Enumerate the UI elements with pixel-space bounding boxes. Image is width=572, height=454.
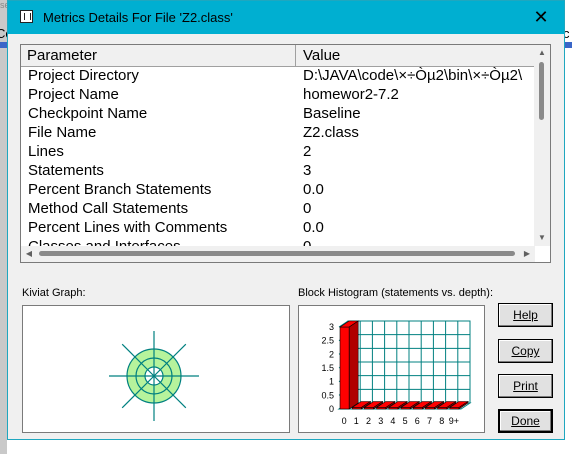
parameter-cell: Percent Branch Statements bbox=[28, 181, 212, 198]
parameter-cell: Statements bbox=[28, 162, 104, 179]
copy-button[interactable]: Copy bbox=[498, 339, 553, 363]
list-header: Parameter Value bbox=[21, 45, 535, 67]
histogram-y-tick-label: 0 bbox=[329, 404, 334, 414]
window-title: Metrics Details For File 'Z2.class' bbox=[43, 10, 233, 25]
histogram-y-tick-label: 1.5 bbox=[321, 363, 334, 373]
histogram-x-tick-label: 2 bbox=[366, 416, 371, 426]
histogram-x-tick-label: 7 bbox=[427, 416, 432, 426]
scroll-up-arrow-icon[interactable]: ▲ bbox=[534, 45, 550, 61]
value-cell: 0.0 bbox=[303, 219, 324, 236]
parameter-cell: Percent Lines with Comments bbox=[28, 219, 228, 236]
value-cell: 3 bbox=[303, 162, 312, 179]
list-row[interactable]: Statements 3 bbox=[21, 162, 535, 181]
background-blue-band-right bbox=[565, 42, 572, 48]
metrics-list[interactable]: Parameter Value Project Directory D:\JAVA… bbox=[20, 44, 551, 263]
histogram-y-tick-label: 2.5 bbox=[321, 336, 334, 346]
list-rows: Project Directory D:\JAVA\code\×÷Òµ2\bin\… bbox=[21, 67, 535, 257]
histogram-bar bbox=[339, 326, 350, 410]
histogram-x-tick-label: 8 bbox=[439, 416, 444, 426]
kiviat-graph-label: Kiviat Graph: bbox=[22, 287, 86, 299]
histogram-bar-side bbox=[348, 320, 359, 410]
scroll-right-arrow-icon[interactable]: ▶ bbox=[519, 246, 535, 262]
background-window-strip bbox=[0, 0, 7, 454]
column-header-value[interactable]: Value bbox=[303, 47, 340, 64]
done-button[interactable]: Done bbox=[498, 409, 553, 433]
histogram-y-tick-label: 1 bbox=[329, 377, 334, 387]
vertical-scrollbar[interactable]: ▲ ▼ bbox=[534, 45, 550, 246]
block-histogram-chart: 00.511.522.530 1 2 3 4 5 6 7 8 9+ bbox=[321, 320, 472, 426]
histogram-x-tick-label: 4 bbox=[390, 416, 395, 426]
metrics-details-dialog: Metrics Details For File 'Z2.class' ✕ Pa… bbox=[7, 0, 565, 440]
histogram-y-tick-label: 3 bbox=[329, 322, 334, 332]
scroll-down-arrow-icon[interactable]: ▼ bbox=[534, 230, 550, 246]
value-cell: homewor2-7.2 bbox=[303, 86, 399, 103]
list-row[interactable]: Percent Branch Statements 0.0 bbox=[21, 181, 535, 200]
histogram-x-tick-label: 3 bbox=[378, 416, 383, 426]
column-divider[interactable] bbox=[295, 45, 296, 66]
histogram-x-tick-label: 9+ bbox=[449, 416, 459, 426]
horizontal-scroll-thumb[interactable] bbox=[39, 251, 515, 256]
histogram-x-tick-label: 1 bbox=[354, 416, 359, 426]
histogram-x-tick-label: 0 bbox=[342, 416, 347, 426]
list-row[interactable]: Checkpoint Name Baseline bbox=[21, 105, 535, 124]
title-bar[interactable]: Metrics Details For File 'Z2.class' ✕ bbox=[8, 1, 564, 34]
value-cell: 0 bbox=[303, 200, 312, 217]
histogram-y-tick-label: 0.5 bbox=[321, 390, 334, 400]
parameter-cell: Method Call Statements bbox=[28, 200, 189, 217]
background-blue-band bbox=[0, 42, 7, 48]
list-row[interactable]: File Name Z2.class bbox=[21, 124, 535, 143]
kiviat-graph-panel bbox=[22, 305, 290, 433]
list-row[interactable]: Project Directory D:\JAVA\code\×÷Òµ2\bin\… bbox=[21, 67, 535, 86]
print-button[interactable]: Print bbox=[498, 374, 553, 398]
parameter-cell: Project Name bbox=[28, 86, 119, 103]
horizontal-scrollbar[interactable]: ◀ ▶ bbox=[21, 246, 535, 262]
value-cell: 0.0 bbox=[303, 181, 324, 198]
list-row[interactable]: Percent Lines with Comments 0.0 bbox=[21, 219, 535, 238]
parameter-cell: File Name bbox=[28, 124, 97, 141]
parameter-cell: Lines bbox=[28, 143, 64, 160]
list-row[interactable]: Project Name homewor2-7.2 bbox=[21, 86, 535, 105]
list-row[interactable]: Lines 2 bbox=[21, 143, 535, 162]
kiviat-graph bbox=[109, 331, 199, 421]
parameter-cell: Project Directory bbox=[28, 67, 139, 84]
value-cell: Baseline bbox=[303, 105, 361, 122]
value-cell: D:\JAVA\code\×÷Òµ2\bin\×÷Òµ2\ bbox=[303, 67, 523, 84]
histogram-x-tick-label: 6 bbox=[415, 416, 420, 426]
close-button[interactable]: ✕ bbox=[518, 1, 564, 34]
scroll-left-arrow-icon[interactable]: ◀ bbox=[21, 246, 37, 262]
block-histogram-panel: 0 0.5 1 1.5 2 2.5 3 0 1 2 3 4 5 6 7 8 9+ bbox=[298, 305, 485, 433]
list-row[interactable]: Method Call Statements 0 bbox=[21, 200, 535, 219]
help-button[interactable]: Help bbox=[498, 303, 553, 327]
value-cell: Z2.class bbox=[303, 124, 359, 141]
column-header-parameter[interactable]: Parameter bbox=[27, 47, 97, 64]
value-cell: 2 bbox=[303, 143, 312, 160]
app-window-icon bbox=[20, 10, 33, 23]
block-histogram-label: Block Histogram (statements vs. depth): bbox=[298, 287, 494, 299]
histogram-y-tick-label: 2 bbox=[329, 349, 334, 359]
histogram-x-tick-label: 5 bbox=[403, 416, 408, 426]
vertical-scroll-thumb[interactable] bbox=[539, 62, 544, 120]
parameter-cell: Checkpoint Name bbox=[28, 105, 148, 122]
